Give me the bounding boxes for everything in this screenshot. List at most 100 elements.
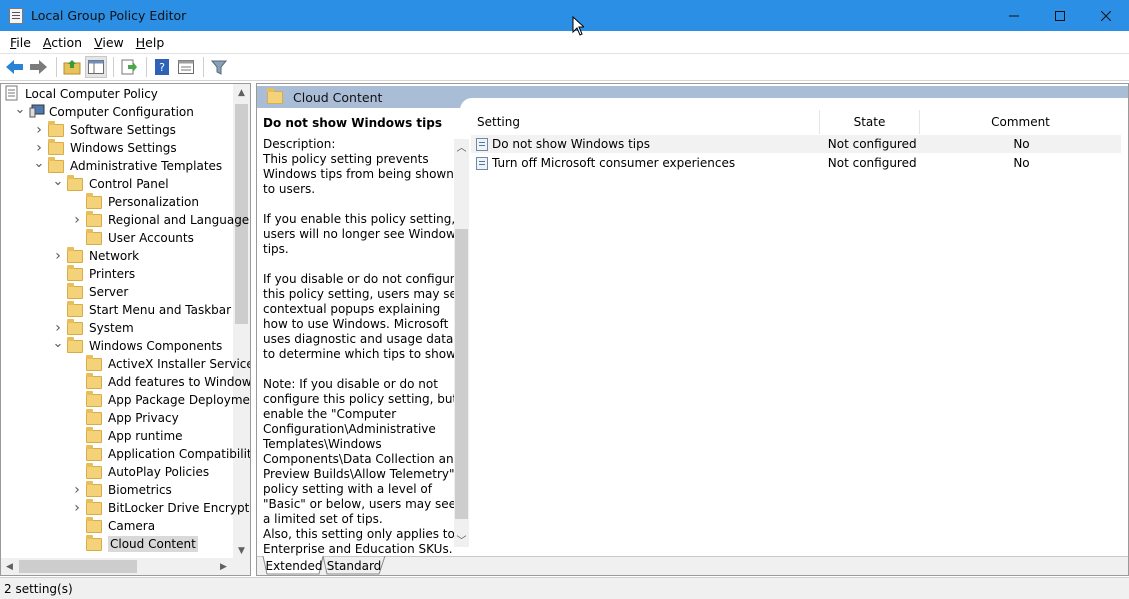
tree-item[interactable]: ⌄ Computer Configuration (14, 102, 194, 121)
tree-item[interactable]: Printers (52, 264, 135, 283)
folder-icon (67, 282, 83, 299)
tree-item[interactable]: › Network (52, 246, 140, 265)
folder-icon (48, 156, 64, 173)
scroll-left-icon[interactable]: ◀ (1, 558, 18, 575)
close-button[interactable] (1083, 0, 1129, 31)
scroll-down-icon[interactable]: ▼ (233, 542, 250, 559)
table-row[interactable]: Do not show Windows tips Not configured … (471, 135, 1121, 153)
filter-icon[interactable] (208, 56, 230, 78)
scroll-thumb[interactable] (455, 229, 468, 519)
folder-icon (86, 498, 102, 515)
show-hide-tree-icon[interactable] (85, 56, 107, 78)
tab-extended[interactable]: Extended (265, 557, 323, 575)
setting-comment: No (1013, 137, 1030, 151)
tree-item-label: Control Panel (89, 177, 169, 191)
properties-icon[interactable] (175, 56, 197, 78)
column-header-setting[interactable]: Setting (471, 110, 820, 134)
setting-state: Not configured (827, 137, 917, 151)
tree-item[interactable]: › Regional and Language O (71, 210, 250, 229)
tree-item-label: Cloud Content (108, 536, 198, 552)
tree-item-label: Camera (108, 519, 156, 533)
tree-item[interactable]: Add features to Windows (71, 372, 250, 391)
tree-item[interactable]: ⌄ Control Panel (52, 174, 169, 193)
tree-item[interactable]: › Software Settings (33, 120, 176, 139)
tree-item[interactable]: Cloud Content (71, 534, 198, 553)
tree-item-label: Network (89, 249, 140, 263)
up-folder-icon[interactable] (61, 56, 83, 78)
tree-item[interactable]: AutoPlay Policies (71, 462, 210, 481)
export-list-icon[interactable] (118, 56, 140, 78)
folder-icon (86, 462, 102, 479)
column-header-state[interactable]: State (820, 110, 920, 134)
chevron-right-icon[interactable]: › (71, 500, 83, 516)
menu-help[interactable]: Help (130, 35, 171, 50)
scroll-right-icon[interactable]: ▶ (215, 558, 232, 575)
toolbar-separator (56, 57, 57, 77)
policy-setting-icon (476, 137, 488, 151)
chevron-down-icon[interactable]: ⌄ (52, 174, 64, 189)
tree-item-label: ActiveX Installer Service (108, 357, 251, 371)
chevron-down-icon[interactable]: ⌄ (14, 102, 26, 117)
tab-standard[interactable]: Standard (325, 557, 383, 575)
description-paragraph: Note: If you disable or do not configure… (263, 377, 462, 556)
chevron-right-icon[interactable]: › (52, 320, 64, 336)
scroll-up-icon[interactable]: ▲ (233, 84, 250, 101)
chevron-right-icon[interactable]: › (71, 212, 83, 228)
folder-icon (67, 246, 83, 263)
help-icon[interactable]: ? (151, 56, 173, 78)
tree-item[interactable]: ⌄ Administrative Templates (33, 156, 223, 175)
tree-item[interactable]: › BitLocker Drive Encryptio (71, 498, 251, 517)
folder-icon (86, 516, 102, 533)
tree-item-label: Software Settings (70, 123, 176, 137)
chevron-down-icon[interactable]: ﹀ (454, 532, 469, 547)
chevron-right-icon[interactable]: › (33, 140, 45, 156)
chevron-down-icon[interactable]: ⌄ (33, 156, 45, 171)
details-pane: Cloud Content Do not show Windows tips D… (256, 83, 1129, 576)
chevron-down-icon[interactable]: ⌄ (52, 336, 64, 351)
toolbar-separator (146, 57, 147, 77)
toolbar: ? (0, 53, 1129, 81)
tree-item[interactable]: App Privacy (71, 408, 179, 427)
tree-item[interactable]: › System (52, 318, 134, 337)
tree-item-label: Start Menu and Taskbar (89, 303, 232, 317)
menu-action[interactable]: Action (37, 35, 88, 50)
chevron-up-icon[interactable]: ︿ (454, 139, 469, 154)
scroll-thumb[interactable] (19, 560, 137, 573)
tree-item[interactable]: ActiveX Installer Service (71, 354, 251, 373)
tree-item-label: AutoPlay Policies (108, 465, 210, 479)
tree-vertical-scrollbar[interactable]: ▲ ▼ (233, 84, 250, 559)
tree-item[interactable]: Local Computer Policy (5, 85, 158, 103)
console-tree[interactable]: ▲ ▼ ◀ ▶ Local Computer Policy ⌄ Computer C… (0, 83, 251, 576)
folder-icon (86, 210, 102, 227)
chevron-right-icon[interactable]: › (33, 122, 45, 138)
tree-item[interactable]: User Accounts (71, 228, 194, 247)
tree-item[interactable]: Start Menu and Taskbar (52, 300, 232, 319)
tree-item[interactable]: Server (52, 282, 128, 301)
column-header-comment[interactable]: Comment (920, 110, 1121, 134)
forward-icon[interactable] (28, 56, 50, 78)
back-icon[interactable] (4, 56, 26, 78)
policy-setting-icon (476, 156, 488, 170)
tree-item[interactable]: ⌄ Windows Components (52, 336, 223, 355)
status-bar: 2 setting(s) (0, 577, 1129, 599)
mouse-cursor-icon (572, 16, 584, 36)
tree-item[interactable]: App Package Deploymen (71, 390, 250, 409)
description-scrollbar[interactable]: ︿ ﹀ (454, 139, 469, 547)
tree-item[interactable]: Personalization (71, 192, 199, 211)
minimize-button[interactable] (991, 0, 1037, 31)
tree-item[interactable]: › Biometrics (71, 480, 172, 499)
tree-item[interactable]: › Windows Settings (33, 138, 177, 157)
menu-file[interactable]: File (4, 35, 37, 50)
table-row[interactable]: Turn off Microsoft consumer experiences … (471, 154, 1121, 172)
menu-view[interactable]: View (88, 35, 130, 50)
tree-item-label: BitLocker Drive Encryptio (108, 501, 251, 515)
chevron-right-icon[interactable]: › (52, 248, 64, 264)
maximize-button[interactable] (1037, 0, 1083, 31)
tree-horizontal-scrollbar[interactable]: ◀ ▶ (1, 558, 250, 575)
tree-item[interactable]: App runtime (71, 426, 183, 445)
tree-item[interactable]: Camera (71, 516, 156, 535)
tree-item[interactable]: Application Compatibilit (71, 444, 250, 463)
chevron-right-icon[interactable]: › (71, 482, 83, 498)
